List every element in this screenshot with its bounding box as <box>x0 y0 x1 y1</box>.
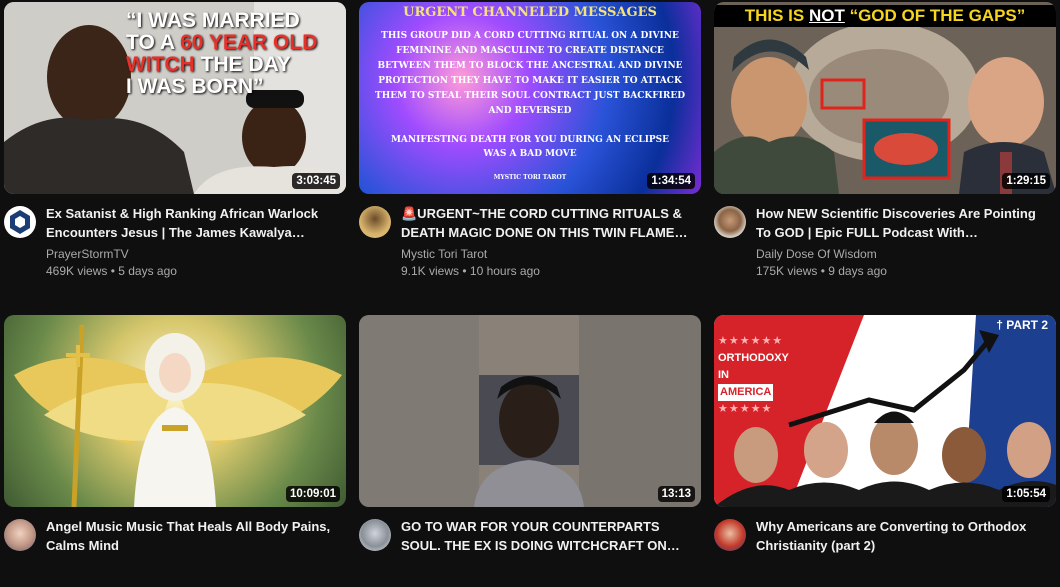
video-thumbnail[interactable]: 13:13 <box>359 315 701 507</box>
channel-avatar[interactable] <box>714 519 746 551</box>
video-duration: 1:29:15 <box>1002 173 1050 189</box>
thumbnail-heading: URGENT CHANNELED MESSAGES <box>403 5 657 20</box>
channel-avatar[interactable] <box>714 206 746 238</box>
video-meta: GO TO WAR FOR YOUR COUNTERPARTS SOUL. TH… <box>359 507 701 587</box>
video-thumbnail[interactable]: URGENT CHANNELED MESSAGES THIS GROUP DID… <box>359 2 701 194</box>
thumb-line: ORTHODOXY <box>718 352 789 364</box>
channel-avatar[interactable] <box>359 519 391 551</box>
video-card[interactable]: 13:13 GO TO WAR FOR YOUR COUNTERPARTS SO… <box>359 315 701 587</box>
thumbnail-orthodoxy-label: ★★★★★★ ORTHODOXY IN AMERICA ★★★★★ <box>718 335 789 415</box>
thumb-line: NOT <box>808 6 845 25</box>
video-stats: 9.1K views • 10 hours ago <box>401 264 540 278</box>
thumbnail-art <box>714 2 1056 194</box>
video-meta: 🚨URGENT~THE CORD CUTTING RITUALS & DEATH… <box>359 194 701 278</box>
hexagon-logo-icon <box>10 210 30 234</box>
channel-avatar[interactable] <box>4 519 36 551</box>
video-title[interactable]: Ex Satanist & High Ranking African Warlo… <box>46 204 336 242</box>
video-title[interactable]: Angel Music Music That Heals All Body Pa… <box>46 517 336 555</box>
channel-name[interactable]: Daily Dose Of Wisdom <box>756 247 877 261</box>
thumb-line: WITCH <box>126 53 195 77</box>
video-title[interactable]: GO TO WAR FOR YOUR COUNTERPARTS SOUL. TH… <box>401 517 691 555</box>
thumbnail-footer: MANIFESTING DEATH FOR YOU DURING AN ECLI… <box>390 135 670 159</box>
video-duration: 13:13 <box>657 486 695 502</box>
video-duration: 3:03:45 <box>292 173 340 189</box>
channel-name[interactable]: Mystic Tori Tarot <box>401 247 487 261</box>
channel-avatar[interactable] <box>359 206 391 238</box>
video-title[interactable]: How NEW Scientific Discoveries Are Point… <box>756 204 1046 242</box>
video-card[interactable]: 10:09:01 Angel Music Music That Heals Al… <box>4 315 346 587</box>
video-thumbnail[interactable]: 10:09:01 <box>4 315 346 507</box>
thumb-line: 60 YEAR OLD <box>180 31 318 55</box>
thumbnail-body: THIS GROUP DID A CORD CUTTING RITUAL ON … <box>375 31 685 116</box>
thumbnail-headline: “I WAS MARRIED TO A 60 YEAR OLD WITCH TH… <box>126 9 318 99</box>
channel-name[interactable]: PrayerStormTV <box>46 247 129 261</box>
thumb-line: THIS IS <box>744 6 809 25</box>
channel-avatar[interactable] <box>4 206 36 238</box>
video-stats: 175K views • 9 days ago <box>756 264 887 278</box>
video-card[interactable]: URGENT CHANNELED MESSAGES THIS GROUP DID… <box>359 2 701 278</box>
video-card[interactable]: † PART 2 ★★★★★★ ORTHODOXY IN AMERICA ★★★… <box>714 315 1056 587</box>
video-meta: Ex Satanist & High Ranking African Warlo… <box>4 194 346 278</box>
video-card[interactable]: THIS IS NOT “GOD OF THE GAPS” 1:29:15 Ho… <box>714 2 1056 278</box>
video-duration: 10:09:01 <box>285 486 340 502</box>
thumb-line: “GOD OF THE GAPS” <box>844 6 1026 25</box>
video-duration: 1:05:54 <box>1002 486 1050 502</box>
thumb-line: THE DAY <box>194 53 291 77</box>
thumbnail-part-label: † PART 2 <box>996 318 1048 332</box>
thumb-line: “I WAS MARRIED <box>126 9 300 32</box>
thumb-line: AMERICA <box>718 384 774 401</box>
video-thumbnail[interactable]: “I WAS MARRIED TO A 60 YEAR OLD WITCH TH… <box>4 2 346 194</box>
video-meta: Angel Music Music That Heals All Body Pa… <box>4 507 346 587</box>
video-title[interactable]: 🚨URGENT~THE CORD CUTTING RITUALS & DEATH… <box>401 204 691 242</box>
thumb-line: IN <box>718 369 729 381</box>
video-title[interactable]: Why Americans are Converting to Orthodox… <box>756 517 1046 555</box>
video-meta: Why Americans are Converting to Orthodox… <box>714 507 1056 587</box>
thumbnail-art <box>14 324 342 507</box>
thumb-line: I WAS BORN” <box>126 75 264 99</box>
video-meta: How NEW Scientific Discoveries Are Point… <box>714 194 1056 278</box>
thumbnail-headline: THIS IS NOT “GOD OF THE GAPS” <box>714 5 1056 27</box>
video-stats: 469K views • 5 days ago <box>46 264 177 278</box>
thumb-line: TO A <box>126 31 181 55</box>
video-thumbnail[interactable]: † PART 2 ★★★★★★ ORTHODOXY IN AMERICA ★★★… <box>714 315 1056 507</box>
video-duration: 1:34:54 <box>647 173 695 189</box>
thumbnail-art <box>359 315 701 507</box>
video-thumbnail[interactable]: THIS IS NOT “GOD OF THE GAPS” 1:29:15 <box>714 2 1056 194</box>
video-card[interactable]: “I WAS MARRIED TO A 60 YEAR OLD WITCH TH… <box>4 2 346 278</box>
